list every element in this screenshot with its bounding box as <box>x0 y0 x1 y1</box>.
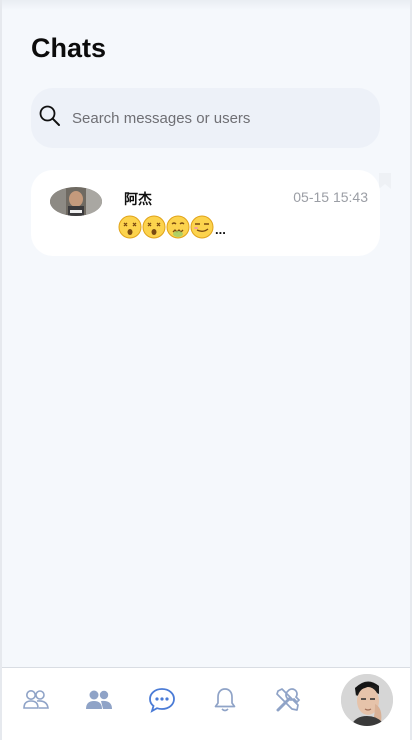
chat-preview: ... <box>118 215 226 239</box>
confounded-face-emoji-icon <box>166 215 190 239</box>
nav-groups-button[interactable] <box>81 682 117 718</box>
preview-ellipsis: ... <box>215 222 226 237</box>
nav-chats-button[interactable] <box>144 682 180 718</box>
nav-notifications-button[interactable] <box>207 682 243 718</box>
chat-bubble-icon <box>149 688 175 713</box>
smirk-face-emoji-icon <box>190 215 214 239</box>
chats-screen: Chats 阿杰 05-15 15:43 <box>0 0 412 740</box>
chat-name: 阿杰 <box>124 191 152 207</box>
search-icon <box>39 105 60 126</box>
tools-icon <box>276 688 301 712</box>
dizzy-face-emoji-icon <box>142 215 166 239</box>
profile-avatar[interactable] <box>341 674 393 726</box>
page-title: Chats <box>31 33 107 63</box>
contacts-outline-icon <box>23 690 49 709</box>
chat-timestamp: 05-15 15:43 <box>293 189 368 205</box>
dizzy-face-emoji-icon <box>118 215 142 239</box>
top-shadow <box>2 0 410 10</box>
nav-tools-button[interactable] <box>270 682 306 718</box>
chat-list-item[interactable]: 阿杰 05-15 15:43 ... <box>31 170 380 256</box>
nav-contacts-button[interactable] <box>18 682 54 718</box>
bottom-navigation <box>2 667 410 740</box>
search-input[interactable] <box>70 108 354 128</box>
bell-icon <box>214 688 236 712</box>
chat-avatar <box>50 187 102 216</box>
search-bar[interactable] <box>31 88 380 148</box>
bookmark-icon[interactable] <box>378 172 392 190</box>
users-icon <box>86 690 112 709</box>
